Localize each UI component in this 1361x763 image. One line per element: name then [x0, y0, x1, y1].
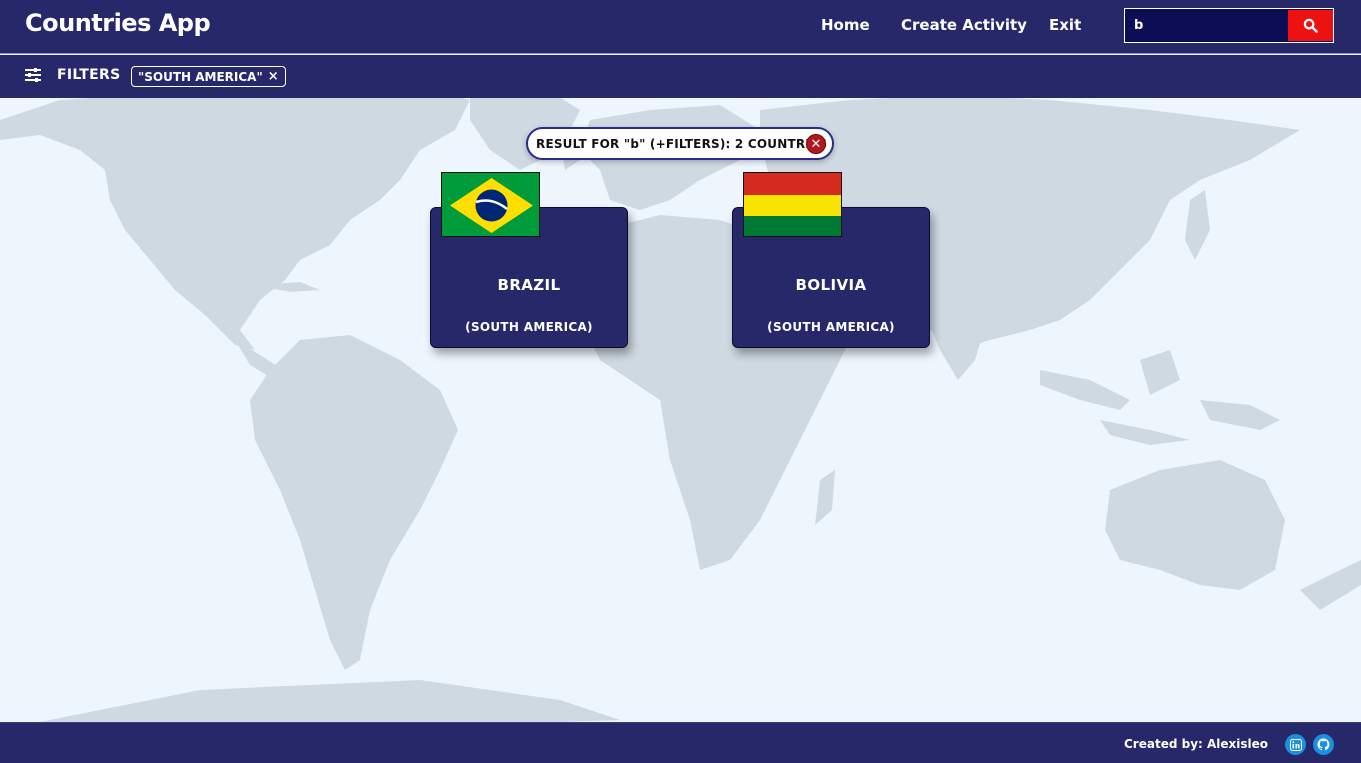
filter-chip-label: "SOUTH AMERICA" [138, 69, 263, 84]
linkedin-icon[interactable] [1285, 734, 1306, 755]
nav-exit-link[interactable]: Exit [1049, 16, 1081, 34]
country-continent: (SOUTH AMERICA) [465, 320, 593, 334]
nav-home-link[interactable]: Home [821, 16, 870, 34]
github-icon[interactable] [1313, 734, 1334, 755]
search-result-banner: RESULT FOR "b" (+FILTERS): 2 COUNTRIES ✕ [526, 127, 834, 160]
country-name: BOLIVIA [795, 276, 867, 294]
filter-bar: FILTERS "SOUTH AMERICA" × [0, 55, 1361, 98]
filters-label: FILTERS [57, 67, 121, 83]
search-form [1124, 8, 1334, 43]
brazil-flag [441, 172, 540, 237]
search-result-text: RESULT FOR "b" (+FILTERS): 2 COUNTRIES [536, 136, 828, 151]
clear-search-button[interactable]: ✕ [806, 134, 826, 154]
search-icon [1303, 18, 1318, 33]
search-button[interactable] [1288, 10, 1333, 41]
bolivia-flag [743, 172, 842, 237]
top-navbar: Countries App Home Create Activity Exit [0, 0, 1361, 54]
country-name: BRAZIL [497, 276, 561, 294]
search-input[interactable] [1125, 9, 1287, 42]
footer-credit: Created by: Alexisleo [1124, 737, 1269, 751]
nav-create-activity-link[interactable]: Create Activity [901, 16, 1027, 34]
filters-toggle-button[interactable]: FILTERS [25, 67, 120, 83]
country-continent: (SOUTH AMERICA) [767, 320, 895, 334]
app-title[interactable]: Countries App [25, 9, 211, 37]
world-map-background [0, 85, 1361, 740]
close-icon: ✕ [810, 136, 822, 152]
filter-chip-south-america[interactable]: "SOUTH AMERICA" × [131, 66, 286, 87]
close-icon[interactable]: × [268, 69, 279, 84]
footer: Created by: Alexisleo [0, 722, 1361, 763]
sliders-icon [25, 68, 41, 82]
